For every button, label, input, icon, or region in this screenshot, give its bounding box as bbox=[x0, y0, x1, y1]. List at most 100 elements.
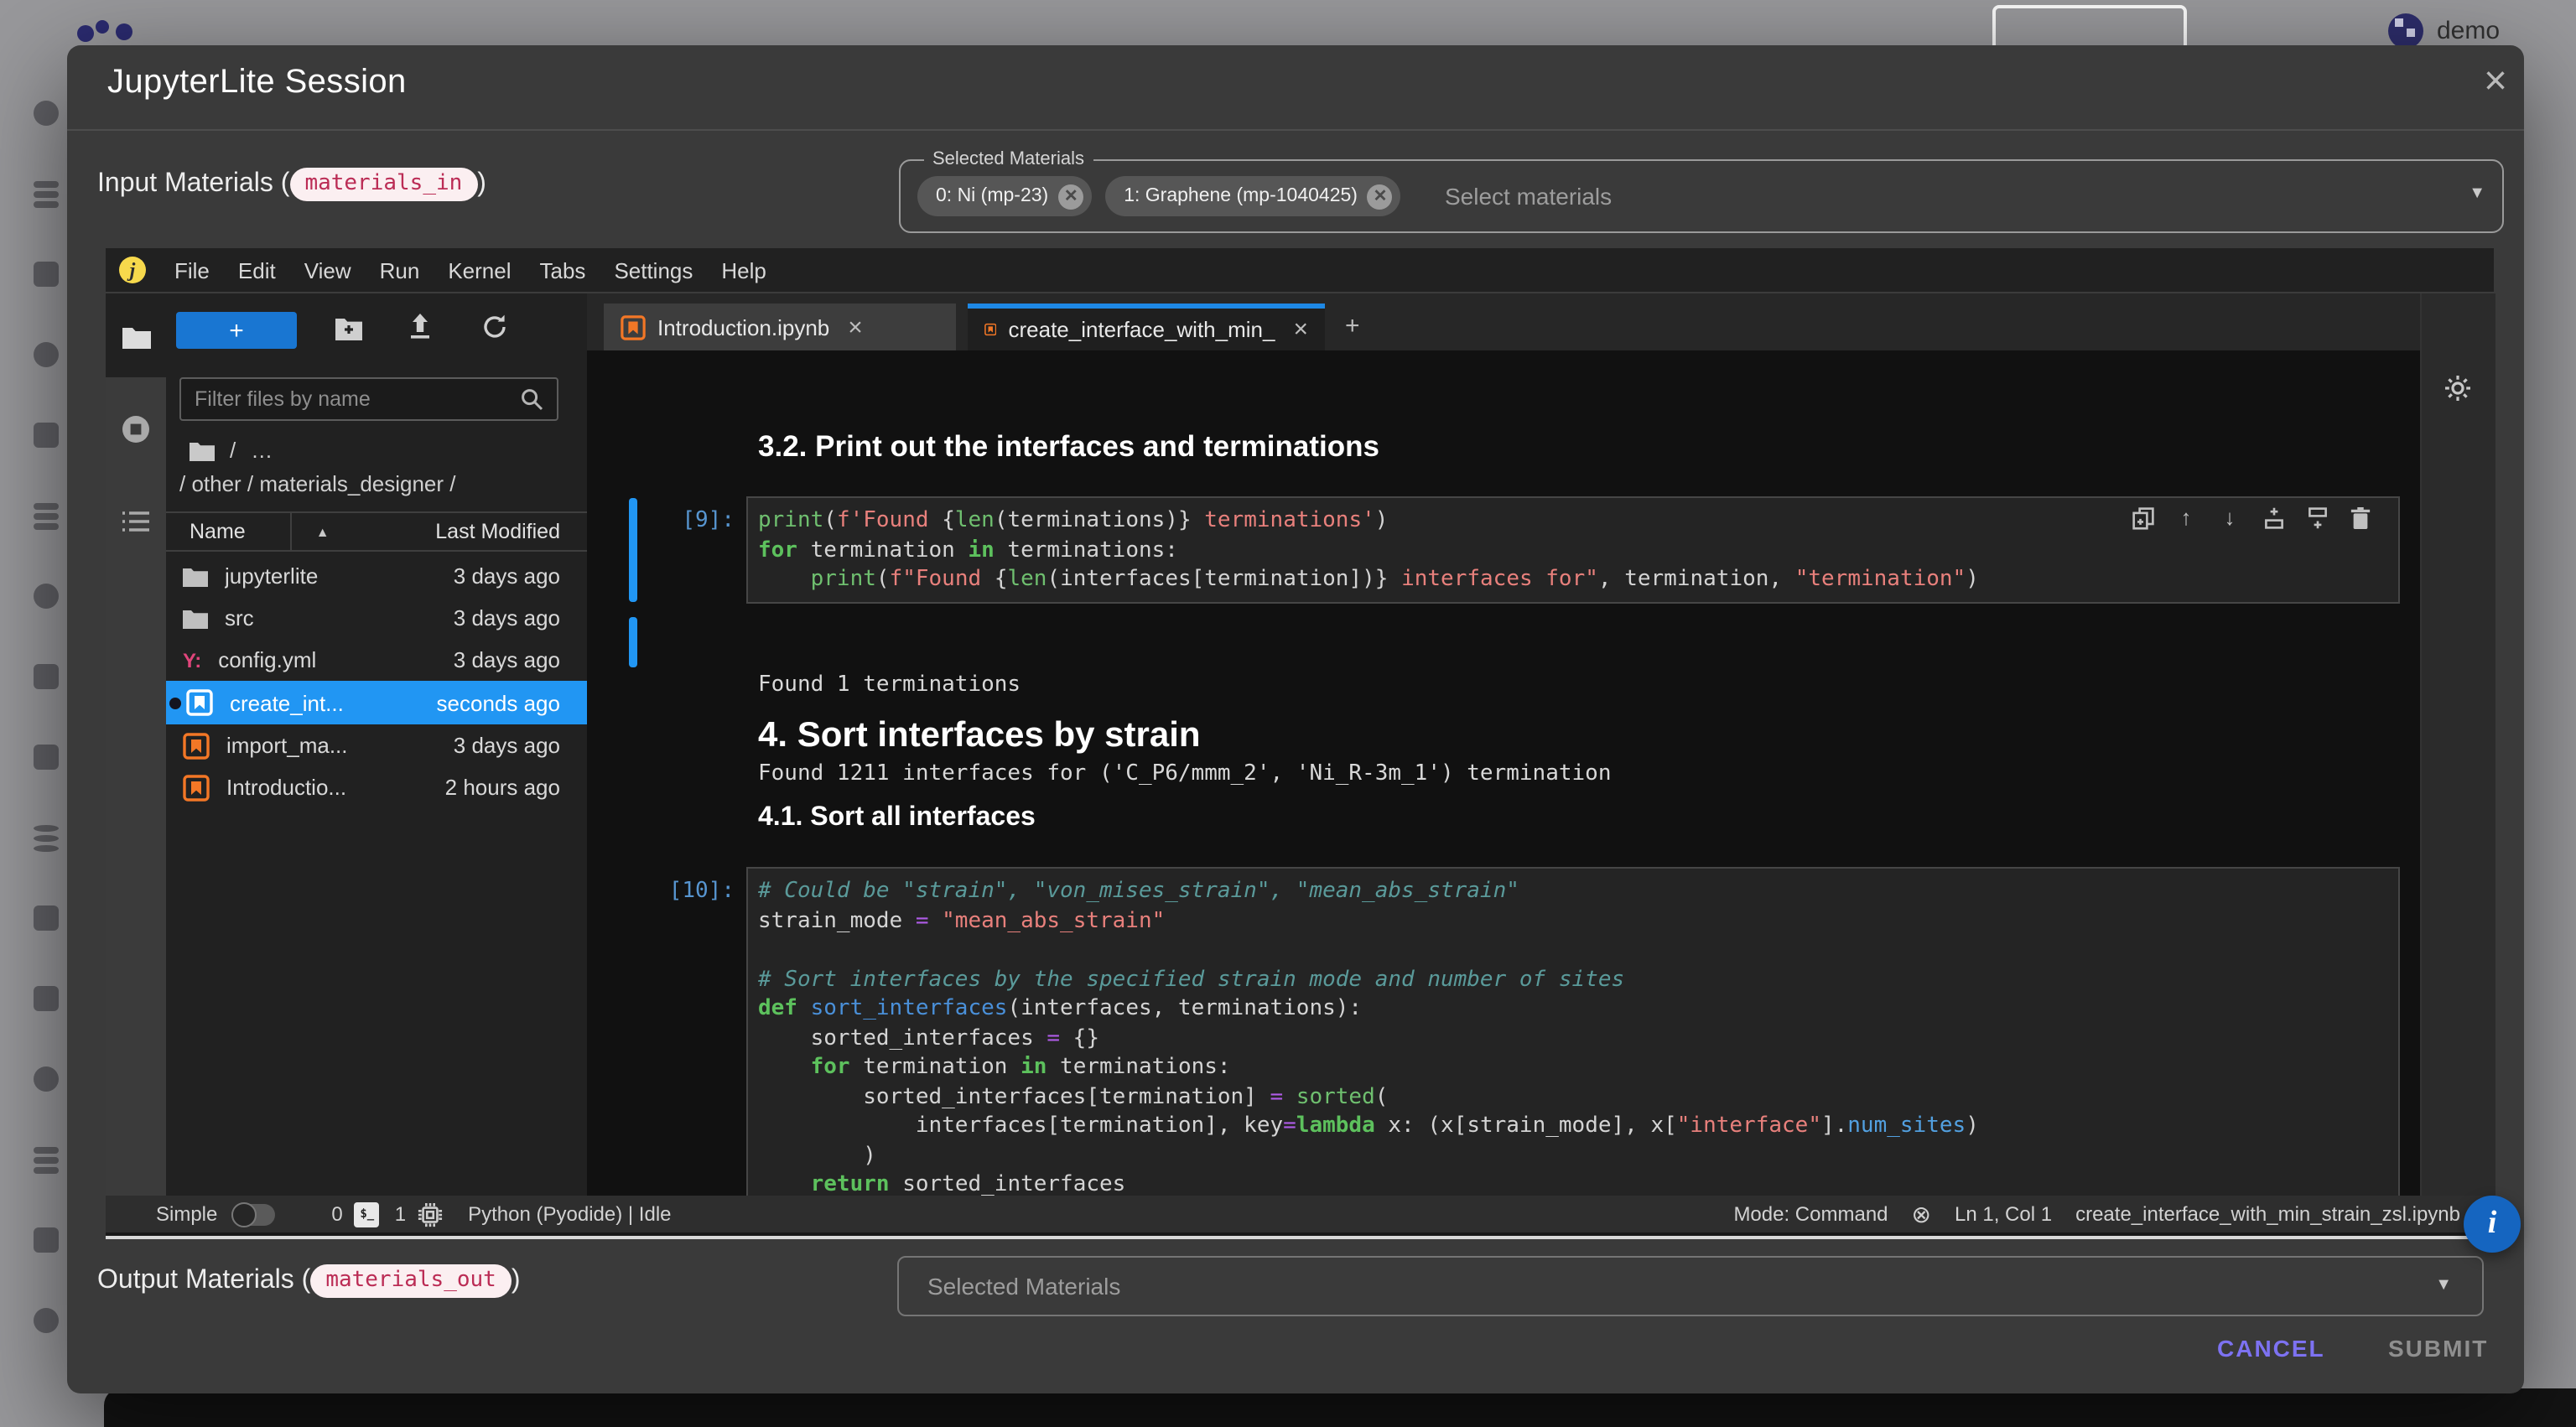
close-tab-icon[interactable]: × bbox=[848, 313, 863, 341]
user-label: demo bbox=[2437, 17, 2500, 45]
insert-cell-below-icon[interactable] bbox=[2304, 505, 2329, 530]
menu-tabs[interactable]: Tabs bbox=[540, 257, 586, 283]
menu-view[interactable]: View bbox=[304, 257, 351, 283]
cell10-editor[interactable]: # Could be "strain", "von_mises_strain",… bbox=[746, 867, 2400, 1196]
menu-run[interactable]: Run bbox=[380, 257, 420, 283]
jupyter-menubar: j File Edit View Run Kernel Tabs Setting… bbox=[106, 248, 2494, 293]
input-materials-row: Input Materials ( materials_in ) bbox=[97, 168, 486, 201]
file-row-src[interactable]: src 3 days ago bbox=[166, 597, 587, 639]
cursor-position[interactable]: Ln 1, Col 1 bbox=[1955, 1202, 2052, 1226]
breadcrumb-path[interactable]: / other / materials_designer / bbox=[179, 471, 456, 496]
chevron-down-icon[interactable]: ▼ bbox=[2469, 184, 2485, 203]
folder-icon bbox=[183, 566, 208, 586]
notebook-main-area: Introduction.ipynb × create_interface_wi… bbox=[587, 293, 2420, 1196]
insert-cell-above-icon[interactable] bbox=[2261, 505, 2286, 530]
background-tool-icon bbox=[34, 503, 59, 510]
tab-introduction[interactable]: Introduction.ipynb × bbox=[604, 304, 956, 350]
new-folder-icon[interactable] bbox=[335, 317, 362, 340]
file-row-introduction[interactable]: Introductio... 2 hours ago bbox=[166, 766, 587, 808]
notebook-icon bbox=[984, 317, 997, 342]
column-last-modified[interactable]: Last Modified bbox=[435, 520, 560, 543]
jupyterlite-session-dialog: JupyterLite Session × Input Materials ( … bbox=[67, 45, 2524, 1393]
tab-create-interface-active[interactable]: create_interface_with_min_ × bbox=[968, 304, 1325, 350]
terminals-count[interactable]: 0 bbox=[331, 1202, 342, 1226]
tab-bar: Introduction.ipynb × create_interface_wi… bbox=[587, 293, 2420, 350]
table-of-contents-tab-icon[interactable] bbox=[121, 508, 151, 535]
background-tool-rail bbox=[27, 101, 67, 1409]
move-cell-down-icon[interactable]: ↓ bbox=[2217, 505, 2242, 530]
cell9-input-collapser[interactable] bbox=[629, 498, 637, 602]
file-row-config[interactable]: Y: config.yml 3 days ago bbox=[166, 639, 587, 681]
background-tool-icon bbox=[34, 664, 59, 689]
menu-settings[interactable]: Settings bbox=[614, 257, 693, 283]
simple-mode-label: Simple bbox=[156, 1202, 217, 1226]
move-cell-up-icon[interactable]: ↑ bbox=[2174, 505, 2199, 530]
upload-icon[interactable] bbox=[408, 314, 433, 340]
notebook-icon bbox=[186, 689, 213, 716]
kernels-count[interactable]: 1 bbox=[395, 1202, 406, 1226]
output-materials-row: Output Materials ( materials_out ) bbox=[97, 1264, 520, 1298]
background-tool-icon bbox=[34, 986, 59, 1011]
submit-button[interactable]: SUBMIT bbox=[2378, 1333, 2498, 1363]
material-chip-graphene[interactable]: 1: Graphene (mp-1040425) ✕ bbox=[1105, 176, 1401, 216]
cell9-output-collapser[interactable] bbox=[629, 617, 637, 667]
remove-material-icon[interactable]: ✕ bbox=[1368, 184, 1393, 209]
menu-edit[interactable]: Edit bbox=[238, 257, 276, 283]
simple-mode-toggle[interactable] bbox=[231, 1203, 274, 1225]
jupyterlite-logo-icon: j bbox=[119, 257, 146, 283]
section-heading-4: 4. Sort interfaces by strain bbox=[758, 716, 1201, 756]
chevron-down-icon[interactable]: ▼ bbox=[2435, 1276, 2452, 1295]
menu-help[interactable]: Help bbox=[721, 257, 766, 283]
property-inspector-gear-icon[interactable] bbox=[2444, 374, 2472, 402]
background-tool-icon bbox=[34, 262, 59, 287]
status-bar: Simple 0 $_ 1 Python (Pyodide) | Idle Mo… bbox=[106, 1196, 2494, 1232]
notebook-icon bbox=[183, 732, 210, 759]
breadcrumb[interactable]: / … bbox=[190, 438, 273, 463]
background-tool-icon bbox=[34, 905, 59, 931]
info-button[interactable]: i bbox=[2464, 1196, 2521, 1253]
file-row-jupyterlite[interactable]: jupyterlite 3 days ago bbox=[166, 555, 587, 597]
output-materials-label-prefix: Output Materials ( bbox=[97, 1266, 310, 1296]
yaml-icon: Y: bbox=[183, 648, 201, 672]
duplicate-cell-icon[interactable] bbox=[2130, 505, 2155, 530]
menu-file[interactable]: File bbox=[174, 257, 210, 283]
sidebar-tab-strip bbox=[106, 293, 166, 1196]
new-launcher-button[interactable]: + bbox=[176, 312, 297, 349]
cell9-prompt: [9]: bbox=[671, 508, 735, 533]
output-materials-variable-chip: materials_out bbox=[310, 1264, 512, 1298]
delete-cell-icon[interactable] bbox=[2348, 505, 2373, 530]
refresh-icon[interactable] bbox=[481, 314, 508, 340]
selected-materials-field[interactable]: Selected Materials 0: Ni (mp-23) ✕ 1: Gr… bbox=[899, 159, 2504, 233]
running-kernels-tab-icon[interactable] bbox=[121, 414, 151, 444]
file-browser-tab-icon[interactable] bbox=[122, 325, 151, 349]
filter-files-input[interactable]: Filter files by name bbox=[179, 377, 558, 421]
background-tool-icon bbox=[34, 584, 59, 609]
output-materials-label-suffix: ) bbox=[512, 1266, 521, 1296]
jupyterlab-frame: j File Edit View Run Kernel Tabs Setting… bbox=[106, 248, 2494, 1239]
selected-materials-legend: Selected Materials bbox=[924, 149, 1093, 169]
remove-material-icon[interactable]: ✕ bbox=[1058, 184, 1083, 209]
menu-kernel[interactable]: Kernel bbox=[448, 257, 511, 283]
right-sidebar-strip bbox=[2420, 293, 2496, 1196]
folder-icon bbox=[183, 608, 208, 628]
close-tab-icon[interactable]: × bbox=[1293, 315, 1308, 344]
user-menu[interactable]: demo bbox=[2388, 13, 2500, 49]
avatar bbox=[2388, 13, 2423, 49]
material-chip-ni[interactable]: 0: Ni (mp-23) ✕ bbox=[917, 176, 1092, 216]
file-list-header[interactable]: Name ▲ Last Modified bbox=[166, 513, 587, 550]
file-row-create-interface-selected[interactable]: create_int... seconds ago bbox=[166, 681, 587, 724]
notebook-content[interactable]: 3.2. Print out the interfaces and termin… bbox=[587, 397, 2420, 1196]
unsaved-dot-icon bbox=[169, 697, 181, 708]
file-row-import-material[interactable]: import_ma... 3 days ago bbox=[166, 724, 587, 766]
close-icon[interactable]: × bbox=[2484, 67, 2507, 97]
shield-x-icon: ⊗ bbox=[1912, 1200, 1931, 1228]
output-materials-placeholder: Selected Materials bbox=[927, 1273, 1120, 1300]
new-tab-icon[interactable]: + bbox=[1345, 312, 1360, 340]
cancel-button[interactable]: CANCEL bbox=[2207, 1333, 2335, 1363]
command-mode-indicator[interactable]: Mode: Command bbox=[1733, 1202, 1888, 1226]
kernel-chip-icon bbox=[418, 1201, 443, 1227]
select-materials-placeholder[interactable]: Select materials bbox=[1445, 183, 1612, 210]
output-materials-select[interactable]: Selected Materials ▼ bbox=[897, 1256, 2484, 1316]
column-name[interactable]: Name bbox=[190, 520, 246, 543]
kernel-status-text[interactable]: Python (Pyodide) | Idle bbox=[468, 1202, 671, 1226]
